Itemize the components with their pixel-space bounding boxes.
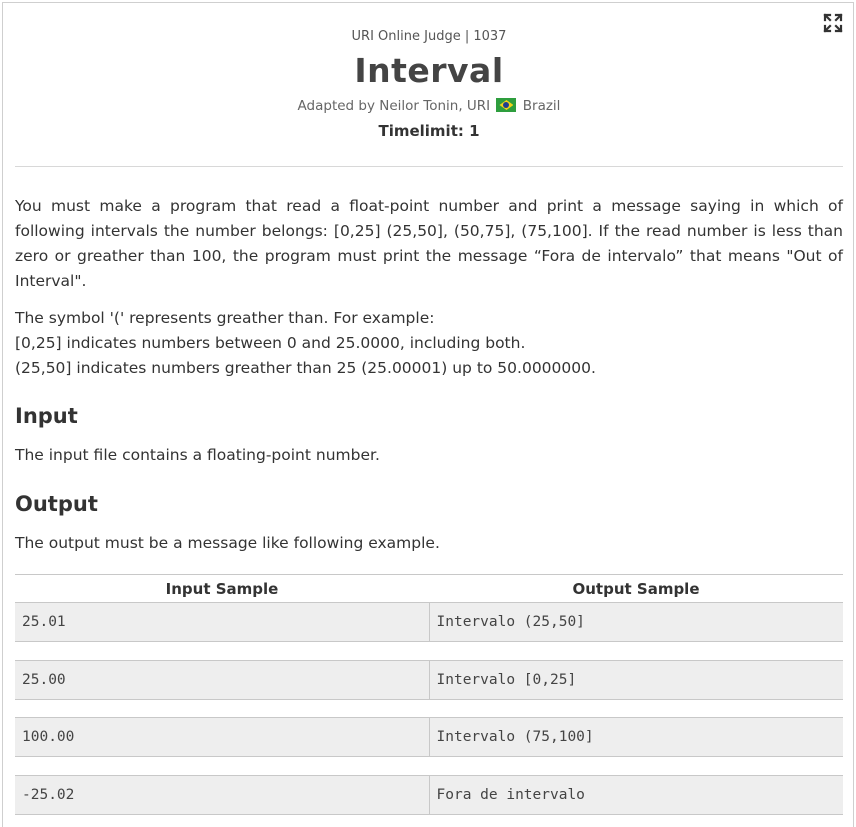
- input-description: The input file contains a floating-point…: [15, 446, 380, 464]
- judge-label: URI Online Judge | 1037: [351, 29, 507, 44]
- sample-input-cell: 100.00: [15, 718, 429, 756]
- sample-output-cell: Intervalo [0,25]: [428, 661, 843, 699]
- sample-row: 100.00 Intervalo (75,100]: [15, 717, 843, 757]
- author-text: Adapted by Neilor Tonin, URI: [297, 98, 491, 114]
- sample-row: 25.01 Intervalo (25,50]: [15, 602, 843, 642]
- symbol-line: [0,25] indicates numbers between 0 and 2…: [15, 334, 526, 352]
- sample-output-cell: Intervalo (75,100]: [428, 718, 843, 756]
- country-label: Brazil: [522, 98, 561, 114]
- output-sample-header: Output Sample: [572, 580, 700, 598]
- sample-input-cell: 25.01: [15, 603, 429, 641]
- problem-description: You must make a program that read a floa…: [15, 197, 843, 290]
- sample-row: -25.02 Fora de intervalo: [15, 775, 843, 815]
- output-heading: Output: [15, 492, 98, 516]
- sample-row: 25.00 Intervalo [0,25]: [15, 660, 843, 700]
- author-line: Adapted by Neilor Tonin, URI Brazil: [15, 98, 843, 114]
- symbol-line: (25,50] indicates numbers greather than …: [15, 359, 596, 377]
- sample-input-cell: 25.00: [15, 661, 429, 699]
- sample-output-cell: Fora de intervalo: [428, 776, 843, 814]
- sample-output-cell: Intervalo (25,50]: [428, 603, 843, 641]
- input-sample-header: Input Sample: [165, 580, 279, 598]
- brazil-flag-icon: [496, 98, 517, 112]
- symbol-line: The symbol '(' represents greather than.…: [15, 309, 435, 327]
- sample-input-cell: -25.02: [15, 776, 429, 814]
- output-description: The output must be a message like follow…: [15, 534, 440, 552]
- header-divider: [15, 166, 843, 167]
- symbol-explanation: The symbol '(' represents greather than.…: [15, 306, 843, 381]
- sample-table-header: Input Sample Output Sample: [15, 574, 843, 603]
- input-heading: Input: [15, 404, 78, 428]
- page-title: Interval: [354, 51, 504, 90]
- timelimit-label: Timelimit: 1: [378, 122, 480, 140]
